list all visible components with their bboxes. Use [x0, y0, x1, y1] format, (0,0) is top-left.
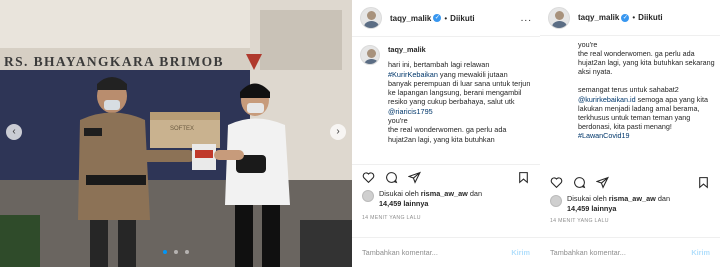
comment-icon[interactable]: [385, 171, 398, 184]
action-bar: [352, 165, 540, 189]
box-label: SOFTEX: [170, 126, 194, 132]
post-username[interactable]: taqy_malik: [390, 14, 431, 23]
likes-prefix: Disukai oleh: [567, 194, 607, 203]
photo-illustration: RS. BHAYANGKARA BRIMOB SOFTEX: [0, 0, 352, 267]
panel-header: taqy_malik ✓ • Diikuti: [540, 0, 720, 36]
carousel-dot: [174, 250, 178, 254]
carousel-dots: [0, 241, 352, 259]
caption-username[interactable]: taqy_malik: [388, 45, 532, 54]
bookmark-icon[interactable]: [697, 176, 710, 189]
post-timestamp: 14 MENIT YANG LALU: [362, 215, 421, 221]
panel-action-bar: [540, 170, 720, 194]
more-options-icon[interactable]: ...: [521, 13, 532, 24]
heart-icon[interactable]: [550, 176, 563, 189]
separator-dot: •: [444, 13, 448, 23]
panel-caption-text: you're the real wonderwomen. ga perlu ad…: [578, 40, 718, 140]
panel-username[interactable]: taqy_malik: [578, 13, 619, 22]
heart-icon[interactable]: [362, 171, 375, 184]
avatar[interactable]: [360, 45, 380, 65]
likes-and: dan: [469, 189, 483, 198]
likes-and: dan: [657, 194, 671, 203]
comment-bar: Tambahkan komentar... Kirim: [352, 237, 540, 267]
avatar[interactable]: [360, 7, 382, 29]
panel-comment-bar: Tambahkan komentar... Kirim: [540, 237, 720, 267]
follow-status-button[interactable]: Diikuti: [450, 14, 474, 23]
liker-avatar: [362, 190, 374, 202]
avatar[interactable]: [548, 6, 570, 29]
share-icon[interactable]: [408, 171, 421, 184]
instagram-post: RS. BHAYANGKARA BRIMOB SOFTEX ‹ › taqy_m…: [0, 0, 540, 267]
comment-input[interactable]: Tambahkan komentar...: [362, 248, 438, 257]
post-photo[interactable]: RS. BHAYANGKARA BRIMOB SOFTEX ‹ ›: [0, 0, 352, 267]
carousel-dot: [185, 250, 190, 254]
likes-summary: Disukai oleh risma_aw_aw dan 14,459 lainn…: [352, 189, 540, 208]
caption-line: you're the real wonderwomen. ga perlu ad…: [388, 116, 507, 144]
verified-icon: ✓: [621, 13, 630, 22]
send-button[interactable]: Kirim: [511, 248, 530, 257]
send-button[interactable]: Kirim: [691, 248, 710, 257]
verified-icon: ✓: [433, 14, 442, 22]
hashtag-link[interactable]: #LawanCovid19: [578, 131, 630, 140]
post-header: taqy_malik ✓ • Diikuti ...: [352, 0, 540, 37]
mention-link[interactable]: @kurirkebaikan.id: [578, 95, 636, 104]
panel-likes-summary: Disukai oleh risma_aw_aw dan 14,459 lainn…: [540, 194, 720, 213]
share-icon[interactable]: [596, 176, 609, 189]
carousel-dot: [162, 250, 167, 254]
caption-line: hari ini, bertambah lagi relawan: [388, 60, 490, 70]
panel-timestamp: 14 MENIT YANG LALU: [550, 218, 609, 224]
post-sidebar: taqy_malik ✓ • Diikuti ... taqy_malikhar…: [352, 0, 540, 267]
carousel-prev-icon[interactable]: ‹: [6, 124, 22, 140]
liker-avatar: [550, 195, 562, 207]
caption-area: taqy_malikhari ini, bertambah lagi relaw…: [352, 37, 540, 165]
comment-icon[interactable]: [573, 176, 586, 189]
caption-continuation-panel: taqy_malik ✓ • Diikuti you're the real w…: [540, 0, 720, 267]
mention-link[interactable]: @riaricis1795: [388, 107, 433, 116]
likes-prefix: Disukai oleh: [379, 189, 419, 198]
bookmark-icon[interactable]: [517, 171, 530, 184]
screenshot-stage: RS. BHAYANGKARA BRIMOB SOFTEX ‹ › taqy_m…: [0, 0, 720, 267]
likes-count[interactable]: 14,459 lainnya: [379, 199, 429, 208]
comment-input[interactable]: Tambahkan komentar...: [550, 248, 626, 257]
liker-username[interactable]: risma_aw_aw: [609, 194, 656, 203]
separator-dot: •: [632, 13, 636, 22]
caption-text: taqy_malikhari ini, bertambah lagi relaw…: [388, 45, 532, 144]
likes-count[interactable]: 14,459 lainnya: [567, 204, 617, 213]
follow-status-button[interactable]: Diikuti: [638, 13, 662, 22]
carousel-next-icon[interactable]: ›: [330, 124, 346, 140]
hashtag-link[interactable]: #KurirKebaikan: [388, 70, 438, 79]
liker-username[interactable]: risma_aw_aw: [421, 189, 468, 198]
caption-line: you're the real wonderwomen. ga perlu ad…: [578, 40, 715, 95]
building-sign-text: RS. BHAYANGKARA BRIMOB: [4, 54, 224, 69]
